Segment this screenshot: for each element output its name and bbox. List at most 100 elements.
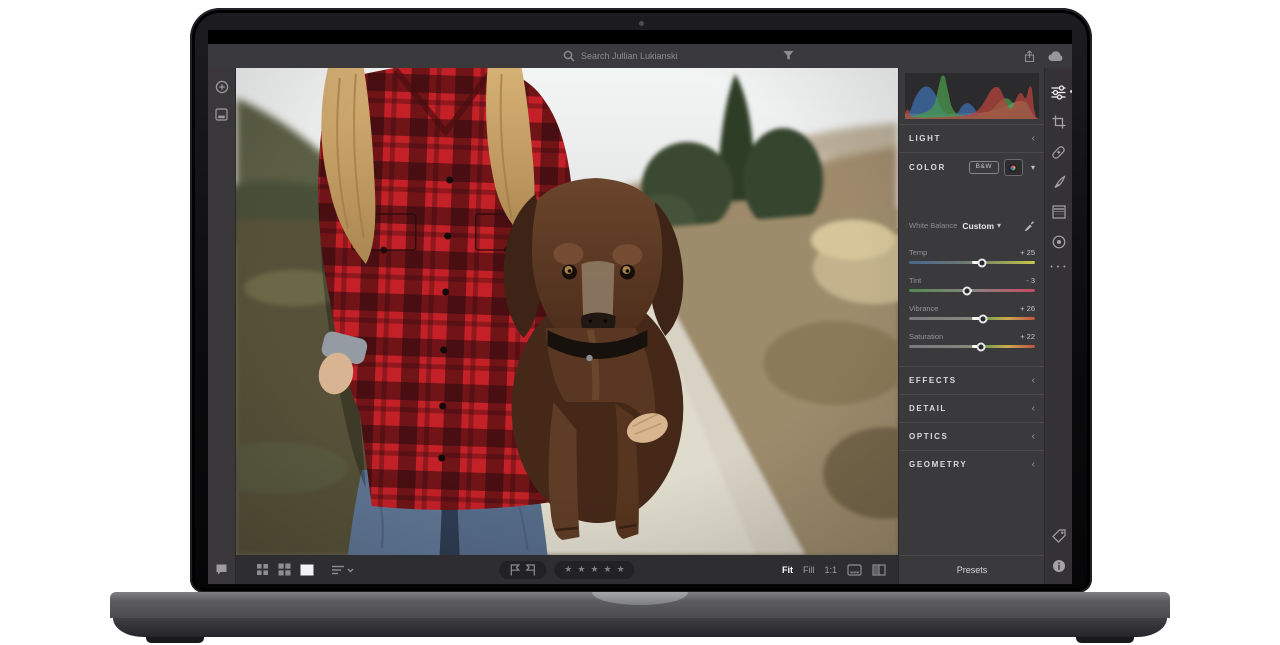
reject-flag-icon[interactable] — [525, 564, 536, 576]
chevron-down-icon: ▾ — [997, 221, 1001, 230]
detail-view-icon[interactable] — [300, 564, 314, 576]
laptop-base-bottom — [113, 618, 1167, 637]
zoom-fit-button[interactable]: Fit — [782, 565, 793, 575]
slider-value: + 22 — [1020, 332, 1035, 341]
linear-gradient-icon — [1052, 205, 1066, 219]
before-after-icon[interactable] — [872, 564, 886, 576]
healing-brush-icon — [1051, 145, 1066, 160]
edit-sliders-icon — [1051, 85, 1066, 100]
geometry-section-label: GEOMETRY — [909, 460, 967, 469]
laptop-base-top — [110, 592, 1170, 618]
radial-gradient-tool[interactable] — [1051, 234, 1067, 250]
linear-gradient-tool[interactable] — [1051, 204, 1067, 220]
chat-icon[interactable] — [215, 563, 228, 576]
albums-icon[interactable] — [215, 108, 228, 121]
slider-value: + 26 — [1020, 304, 1035, 313]
grid-view-icon[interactable] — [256, 563, 269, 576]
color-section-header[interactable]: COLOR B&W ▾ — [899, 152, 1045, 182]
slider-label: Vibrance — [909, 304, 938, 313]
star-rating[interactable]: ★ ★ ★ ★ ★ — [554, 561, 634, 579]
search-placeholder: Search Jullian Lukianski — [581, 51, 678, 61]
presets-bar[interactable]: Presets — [899, 555, 1045, 584]
tag-icon — [1052, 529, 1066, 543]
laptop-mockup: Search Jullian Lukianski — [0, 0, 1280, 645]
slider-value: + 25 — [1020, 248, 1035, 257]
slider-label: Tint — [909, 276, 921, 285]
eyedropper-icon[interactable] — [1024, 220, 1035, 231]
white-balance-dropdown[interactable]: Custom — [962, 221, 994, 231]
vibrance-slider[interactable]: Vibrance + 26 — [909, 302, 1035, 328]
zoom-fill-button[interactable]: Fill — [803, 565, 815, 575]
tint-slider[interactable]: Tint - 3 — [909, 274, 1035, 300]
slider-label: Temp — [909, 248, 927, 257]
radial-gradient-icon — [1052, 235, 1066, 249]
filmstrip-icon[interactable] — [847, 564, 862, 576]
slider-knob[interactable] — [978, 258, 987, 267]
color-section-label: COLOR — [909, 163, 946, 172]
edit-sliders-tool[interactable] — [1051, 84, 1067, 100]
photo-canvas[interactable] — [236, 68, 898, 555]
viewer-toolbar: ★ ★ ★ ★ ★ Fit Fill 1:1 — [236, 555, 898, 584]
optics-section-header[interactable]: OPTICS ‹ — [899, 422, 1045, 450]
light-section-header[interactable]: LIGHT ‹ — [899, 124, 1045, 152]
laptop-lid: Search Jullian Lukianski — [190, 8, 1092, 593]
saturation-slider[interactable]: Saturation + 22 — [909, 330, 1035, 356]
chevron-down-icon: ▾ — [1031, 163, 1035, 172]
filter-icon[interactable] — [783, 50, 794, 61]
star-icon[interactable]: ★ — [617, 565, 625, 574]
add-photos-icon[interactable] — [215, 80, 229, 94]
info-icon — [1052, 559, 1066, 573]
cloud-sync-icon[interactable] — [1048, 50, 1064, 62]
tool-rail: • • • — [1044, 68, 1072, 584]
star-icon[interactable]: ★ — [590, 565, 598, 574]
optics-section-label: OPTICS — [909, 432, 948, 441]
star-icon[interactable]: ★ — [604, 565, 612, 574]
app-topbar: Search Jullian Lukianski — [208, 44, 1072, 68]
geometry-section-header[interactable]: GEOMETRY ‹ — [899, 450, 1045, 478]
effects-section-header[interactable]: EFFECTS ‹ — [899, 366, 1045, 394]
laptop-thumb-notch — [592, 592, 688, 605]
crop-icon — [1052, 115, 1066, 129]
temp-slider[interactable]: Temp + 25 — [909, 246, 1035, 272]
share-icon[interactable] — [1023, 50, 1036, 63]
zoom-ratio-button[interactable]: 1:1 — [824, 565, 837, 575]
effects-section-label: EFFECTS — [909, 376, 957, 385]
laptop-base — [110, 592, 1170, 642]
chevron-left-icon: ‹ — [1032, 134, 1035, 144]
light-section-label: LIGHT — [909, 134, 941, 143]
slider-label: Saturation — [909, 332, 943, 341]
chevron-left-icon: ‹ — [1032, 376, 1035, 386]
slider-knob[interactable] — [962, 286, 971, 295]
photo-viewer: ★ ★ ★ ★ ★ Fit Fill 1:1 — [236, 68, 898, 584]
color-wheel-icon — [1008, 163, 1018, 173]
edit-panel: LIGHT ‹ COLOR B&W ▾ White Balance Custom… — [898, 68, 1045, 584]
histogram — [905, 73, 1039, 119]
slider-knob[interactable] — [979, 314, 988, 323]
crop-tool[interactable] — [1051, 114, 1067, 130]
star-icon[interactable]: ★ — [564, 565, 572, 574]
square-grid-view-icon[interactable] — [278, 563, 291, 576]
brush-tool[interactable] — [1051, 174, 1067, 190]
detail-section-label: DETAIL — [909, 404, 947, 413]
healing-brush-tool[interactable] — [1051, 144, 1067, 160]
slider-knob[interactable] — [976, 342, 985, 351]
keywords-tool[interactable] — [1051, 528, 1067, 544]
brush-icon — [1052, 175, 1066, 189]
pick-flag-icon[interactable] — [509, 564, 520, 576]
color-mode-toggle[interactable] — [1004, 159, 1023, 176]
bw-toggle-button[interactable]: B&W — [969, 161, 999, 174]
slider-value: - 3 — [1026, 276, 1035, 285]
info-button[interactable] — [1051, 558, 1067, 574]
flag-controls — [499, 561, 546, 579]
detail-section-header[interactable]: DETAIL ‹ — [899, 394, 1045, 422]
laptop-foot — [1076, 637, 1134, 643]
search-box[interactable]: Search Jullian Lukianski — [563, 44, 678, 68]
laptop-foot — [146, 637, 204, 643]
chevron-left-icon: ‹ — [1032, 432, 1035, 442]
star-icon[interactable]: ★ — [577, 565, 585, 574]
webcam — [639, 21, 644, 26]
search-icon — [563, 50, 575, 62]
screen: Search Jullian Lukianski — [208, 30, 1072, 584]
more-tools-button[interactable]: • • • — [1050, 264, 1066, 271]
sort-icon[interactable] — [331, 564, 355, 576]
